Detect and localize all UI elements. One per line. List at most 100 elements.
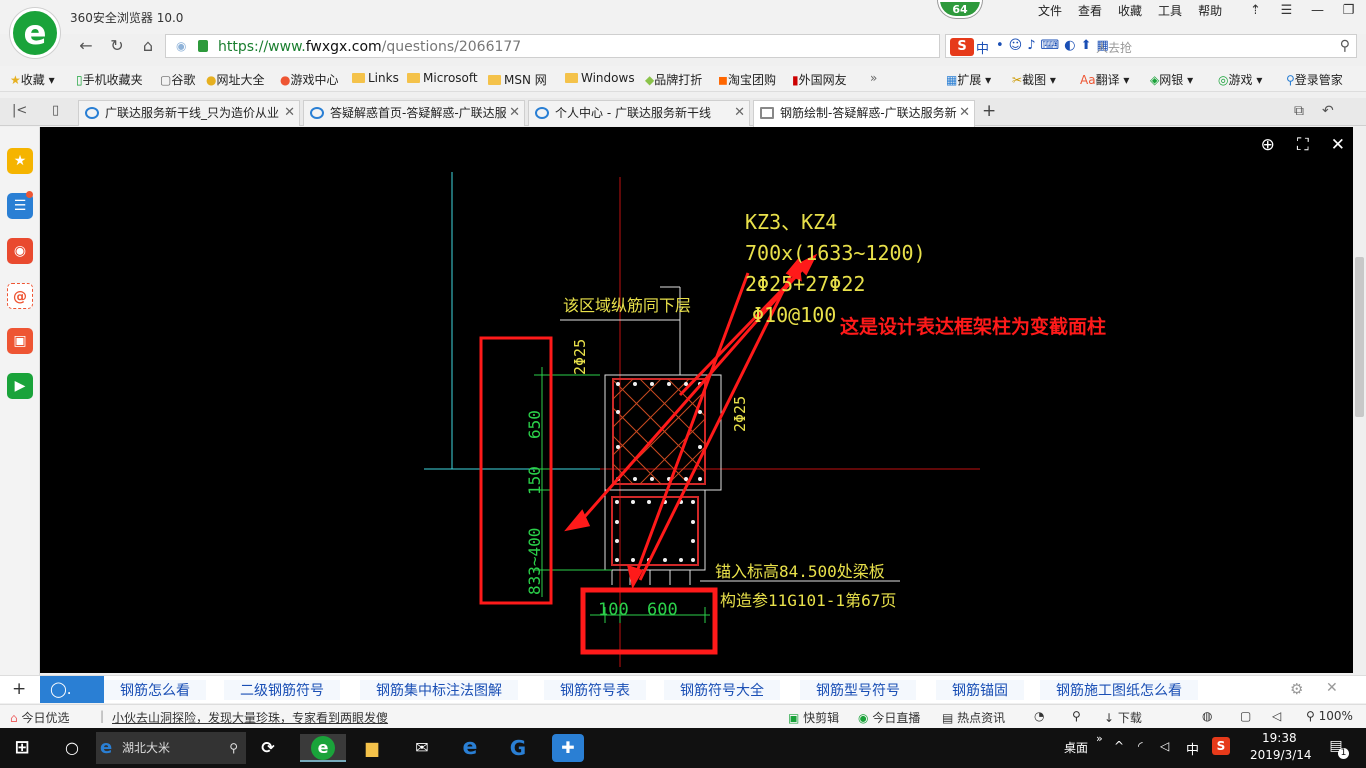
minimize-button[interactable]: —	[1302, 0, 1333, 22]
cortana-icon[interactable]: ○	[56, 734, 88, 762]
tab-close-icon[interactable]: ✕	[959, 101, 970, 125]
tab-2[interactable]: 答疑解惑首页-答疑解惑-广联达服 ✕	[303, 100, 525, 126]
skin-icon[interactable]: ⇡	[1240, 0, 1271, 22]
bookmark-microsoft[interactable]: Microsoft	[407, 71, 478, 85]
weibo-icon[interactable]: ◉	[7, 238, 33, 264]
search-icon[interactable]: ⚲	[1340, 38, 1350, 54]
site-info-icon[interactable]: ◉	[176, 39, 186, 53]
tab-3[interactable]: 个人中心 - 广联达服务新干线 ✕	[528, 100, 750, 126]
related-link[interactable]: 钢筋施工图纸怎么看	[1040, 680, 1198, 700]
tool-screenshot[interactable]: ✂截图 ▾	[1012, 71, 1056, 88]
app-icon[interactable]: ✚	[552, 734, 584, 762]
address-bar[interactable]: ◉ https://www.fwxgx.com/questions/206617…	[165, 34, 940, 58]
tool-games[interactable]: ◎游戏 ▾	[1218, 71, 1262, 88]
expand-icon[interactable]: »	[1096, 732, 1103, 745]
close-bar-icon[interactable]: ✕	[1326, 680, 1338, 696]
chevron-up-icon[interactable]: ^	[1114, 739, 1124, 753]
network-icon[interactable]: ◜	[1138, 739, 1143, 753]
tab-list-icon[interactable]: ⧉	[1294, 103, 1304, 119]
home-icon[interactable]: ⌂	[137, 34, 159, 58]
tab-1[interactable]: 广联达服务新干线_只为造价从业 ✕	[78, 100, 300, 126]
clock-time[interactable]: 19:38	[1262, 731, 1297, 745]
related-link[interactable]: 钢筋集中标注法图解	[360, 680, 518, 700]
close-viewer-icon[interactable]: ✕	[1331, 135, 1345, 155]
download[interactable]: ↓ 下载	[1104, 709, 1142, 726]
favorites-icon[interactable]: ★	[7, 148, 33, 174]
bookmark-brand[interactable]: ◆品牌打折	[645, 71, 702, 88]
desktop-label[interactable]: 桌面	[1064, 739, 1088, 756]
speed-icon[interactable]: ◔	[1034, 709, 1044, 723]
browser-logo[interactable]: e	[10, 8, 60, 58]
file-explorer-icon[interactable]: ▆	[356, 734, 388, 762]
tab-close-icon[interactable]: ✕	[284, 101, 295, 125]
browser-taskbar-icon[interactable]: e	[300, 734, 346, 762]
tool-bank[interactable]: ◈网银 ▾	[1150, 71, 1193, 88]
settings-icon[interactable]: ⚙	[1290, 680, 1303, 698]
taskbar-search[interactable]: e 湖北大米 ⚲	[96, 732, 246, 764]
more-bookmarks-icon[interactable]: »	[870, 71, 877, 85]
maximize-button[interactable]: ❐	[1333, 0, 1364, 22]
menu-favorites[interactable]: 收藏	[1110, 3, 1150, 19]
image-viewer[interactable]: KZ3、KZ4 700x(1633~1200) 2Φ25+27Φ22 Φ10@1…	[40, 127, 1353, 673]
sogou-tray-icon[interactable]: S	[1212, 737, 1230, 755]
bookmark-taobao[interactable]: ◼淘宝团购	[718, 71, 776, 88]
menu-file[interactable]: 文件	[1030, 3, 1070, 19]
menu-help[interactable]: 帮助	[1190, 3, 1230, 19]
refresh-icon[interactable]: ↻	[106, 34, 128, 58]
url-text[interactable]: https://www.fwxgx.com/questions/2066177	[218, 39, 521, 55]
undo-close-icon[interactable]: ↶	[1322, 103, 1334, 119]
volume-icon[interactable]: ◁	[1160, 739, 1169, 753]
related-link[interactable]: 钢筋符号表	[544, 680, 646, 700]
video-icon[interactable]: ▶	[7, 373, 33, 399]
mail-icon[interactable]: @	[7, 283, 33, 309]
clock-date[interactable]: 2019/3/14	[1250, 748, 1312, 762]
menu-tools[interactable]: 工具	[1150, 3, 1190, 19]
menu-icon[interactable]: ☰	[1271, 0, 1302, 22]
bookmark-favorites[interactable]: ★收藏 ▾	[10, 71, 55, 88]
related-link[interactable]: 钢筋怎么看	[104, 680, 206, 700]
search-input[interactable]: 人去抢	[1096, 39, 1132, 56]
bookmark-google[interactable]: ▢谷歌	[160, 71, 195, 88]
back-icon[interactable]: ←	[75, 34, 97, 58]
windows-start-icon[interactable]: ⊞	[6, 734, 38, 762]
tab-4-active[interactable]: 钢筋绘制-答疑解惑-广联达服务新 ✕	[753, 100, 975, 127]
bookmark-hao[interactable]: ●网址大全	[206, 71, 265, 88]
search-box[interactable]: S 中 •☺♪⌨◐⬆▦ 人去抢 ⚲	[945, 34, 1357, 58]
tab-close-icon[interactable]: ✕	[509, 101, 520, 125]
tool-extensions[interactable]: ▦扩展 ▾	[946, 71, 991, 88]
related-link[interactable]: 钢筋锚固	[936, 680, 1024, 700]
sidebar-toggle-icon[interactable]: |<	[12, 103, 27, 118]
add-icon[interactable]: +	[12, 679, 26, 699]
clean-icon[interactable]: ◍	[1202, 709, 1212, 723]
related-link[interactable]: 钢筋型号符号	[800, 680, 916, 700]
glodon-icon[interactable]: G	[502, 734, 534, 762]
related-link[interactable]: 钢筋符号大全	[664, 680, 780, 700]
edge-browser-icon[interactable]: e	[454, 734, 486, 762]
kuaijian[interactable]: ▣ 快剪辑	[788, 709, 839, 726]
menu-view[interactable]: 查看	[1070, 3, 1110, 19]
game-icon[interactable]: ▣	[7, 328, 33, 354]
bookmark-mobile[interactable]: ▯手机收藏夹	[76, 71, 143, 88]
today-picks[interactable]: ⌂ 今日优选	[10, 709, 69, 726]
sogou-ime-icon[interactable]: S	[950, 38, 974, 56]
sound-icon[interactable]: ◁	[1272, 709, 1281, 723]
notification-badge[interactable]: 64	[938, 0, 982, 18]
bookmark-foreign[interactable]: ▮外国网友	[792, 71, 847, 88]
mobile-icon[interactable]: ▯	[52, 103, 59, 118]
news-link[interactable]: 小伙去山洞探险，发现大量珍珠，专家看到两眼发傻	[112, 709, 388, 726]
scroll-thumb[interactable]	[1355, 257, 1364, 417]
tool-login-manager[interactable]: ⚲登录管家	[1286, 71, 1343, 88]
task-view-icon[interactable]: ⟳	[252, 734, 284, 762]
bookmark-game-center[interactable]: ●游戏中心	[280, 71, 339, 88]
ime-mode[interactable]: 中	[976, 38, 989, 57]
hot-news[interactable]: ▤ 热点资讯	[942, 709, 1005, 726]
ime-indicator[interactable]: 中	[1186, 739, 1199, 758]
zoom-icon[interactable]: ⊕	[1261, 135, 1275, 155]
zoom-level[interactable]: ⚲ 100%	[1306, 709, 1353, 723]
mail-icon[interactable]: ✉	[406, 734, 438, 762]
new-tab-icon[interactable]: +	[982, 101, 996, 121]
bookmark-links[interactable]: Links	[352, 71, 399, 85]
pin-icon[interactable]: ⚲	[1072, 709, 1081, 723]
tool-translate[interactable]: Aa翻译 ▾	[1080, 71, 1129, 88]
fullscreen-icon[interactable]: ⛶	[1297, 135, 1309, 155]
